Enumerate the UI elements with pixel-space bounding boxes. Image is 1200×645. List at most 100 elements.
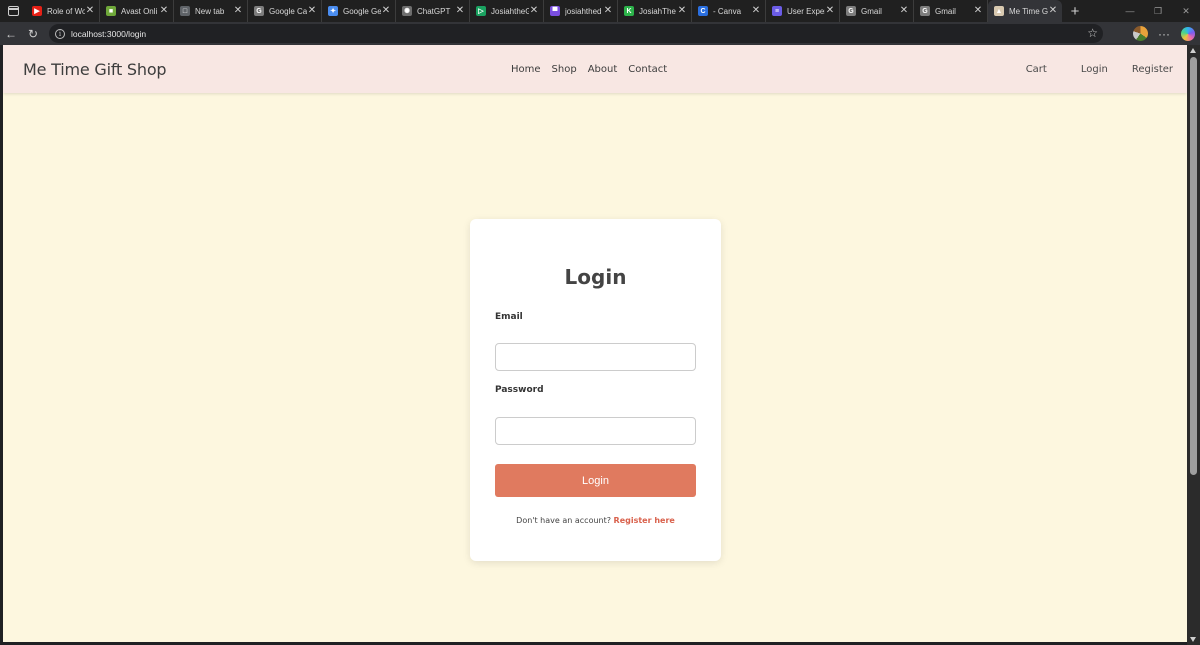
register-prompt-text: Don't have an account? [516,516,611,525]
favorite-star-icon[interactable]: ☆ [1087,26,1098,41]
password-label: Password [495,385,544,395]
nav-login[interactable]: Login [1081,64,1108,75]
nav-shop[interactable]: Shop [552,64,577,75]
tab-favicon-icon: C [698,6,708,16]
tab-favicon-icon: □ [180,6,190,16]
browser-tab[interactable]: K JosiahThe ✕ [618,0,692,22]
login-submit-button[interactable]: Login [495,464,696,497]
toolbar-actions: ··· [1128,22,1200,45]
site-brand[interactable]: Me Time Gift Shop [23,60,167,79]
browser-tab[interactable]: ▲ Me Time G ✕ [988,0,1062,22]
avatar [1132,26,1148,41]
tab-title: Avast Onli [121,6,158,16]
page-scrollbar[interactable] [1187,45,1200,645]
tab-title: User Exper [787,6,825,16]
scroll-up-arrow-icon[interactable] [1190,48,1196,53]
close-window-button[interactable]: ✕ [1172,0,1200,22]
site-header: Me Time Gift Shop Home Shop About Contac… [3,45,1187,93]
copilot-icon[interactable] [1176,22,1200,45]
nav-cart[interactable]: Cart [1026,64,1047,75]
address-bar[interactable]: i localhost:3000/login ☆ [49,24,1103,43]
new-tab-button[interactable]: + [1064,0,1086,22]
tab-favicon-icon: K [624,6,634,16]
tab-close-icon[interactable]: ✕ [825,6,835,16]
email-field[interactable] [495,343,696,371]
scrollbar-thumb[interactable] [1190,57,1197,475]
back-button[interactable]: ← [0,22,22,45]
tab-close-icon[interactable]: ✕ [899,6,909,16]
nav-home[interactable]: Home [511,64,541,75]
tab-favicon-icon: ▀ [550,6,560,16]
browser-tab[interactable]: G Gmail ✕ [914,0,988,22]
tab-close-icon[interactable]: ✕ [751,6,761,16]
tab-title: Gmail [935,6,956,16]
tab-title: josiahthed [565,6,602,16]
tab-favicon-icon: ✺ [402,6,412,16]
browser-tab-strip: ▶ Role of Wo ✕ ■ Avast Onli ✕ □ New tab ✕ G Google… [0,0,1200,22]
page-viewport: Me Time Gift Shop Home Shop About Contac… [3,45,1187,642]
browser-tab[interactable]: □ New tab ✕ [174,0,248,22]
tab-close-icon[interactable]: ✕ [529,6,539,16]
nav-contact[interactable]: Contact [628,64,667,75]
tab-favicon-icon: G [254,6,264,16]
tab-favicon-icon: ▶ [32,6,42,16]
tab-close-icon[interactable]: ✕ [973,6,983,16]
tab-favicon-icon: ▲ [994,6,1004,16]
profile-avatar[interactable] [1128,22,1152,45]
browser-tab[interactable]: ✺ ChatGPT ✕ [396,0,470,22]
browser-toolbar: ← ↻ i localhost:3000/login ☆ ··· [0,22,1200,45]
tab-actions-icon[interactable] [0,0,26,22]
browser-tab[interactable]: ≡ User Exper ✕ [766,0,840,22]
nav-register[interactable]: Register [1132,64,1173,75]
browser-tab[interactable]: ▀ josiahthed ✕ [544,0,618,22]
minimize-button[interactable]: — [1116,0,1144,22]
site-info-icon[interactable]: i [55,28,65,39]
browser-tab[interactable]: ▶ Role of Wo ✕ [26,0,100,22]
register-link[interactable]: Register here [614,516,675,525]
tab-favicon-icon: ■ [106,6,116,16]
restore-button[interactable]: ❐ [1144,0,1172,22]
browser-tab[interactable]: ▷ JosiahtheG ✕ [470,0,544,22]
tab-close-icon[interactable]: ✕ [307,6,317,16]
tab-title: New tab [195,6,225,16]
more-menu-icon[interactable]: ··· [1152,22,1176,45]
tab-title: Google Ca [269,6,307,16]
reload-button[interactable]: ↻ [22,22,44,45]
tab-close-icon[interactable]: ✕ [455,6,465,16]
window-controls: — ❐ ✕ [1116,0,1200,22]
tab-favicon-icon: ✦ [328,6,338,16]
tab-title: JosiahThe [639,6,676,16]
tab-close-icon[interactable]: ✕ [85,6,95,16]
tab-favicon-icon: G [920,6,930,16]
login-title: Login [564,265,627,289]
tab-title: Gmail [861,6,882,16]
browser-tab[interactable]: G Google Ca ✕ [248,0,322,22]
browser-tab[interactable]: ■ Avast Onli ✕ [100,0,174,22]
tab-close-icon[interactable]: ✕ [159,6,169,16]
main-nav: Home Shop About Contact [511,64,678,75]
tab-close-icon[interactable]: ✕ [603,6,613,16]
tab-title: JosiahtheG [491,6,529,16]
tab-close-icon[interactable]: ✕ [1048,6,1058,16]
tab-favicon-icon: ▷ [476,6,486,16]
address-url[interactable]: localhost:3000/login [71,29,146,39]
tab-close-icon[interactable]: ✕ [381,6,391,16]
scroll-down-arrow-icon[interactable] [1190,637,1196,642]
tab-favicon-icon: G [846,6,856,16]
browser-tab[interactable]: G Gmail ✕ [840,0,914,22]
tab-favicon-icon: ≡ [772,6,782,16]
tab-title: Me Time G [1009,6,1048,16]
tab-title: ChatGPT [417,6,451,16]
tab-title: Role of Wo [47,6,85,16]
browser-tab[interactable]: C - Canva ✕ [692,0,766,22]
tab-close-icon[interactable]: ✕ [677,6,687,16]
login-card: Login Email Password Login Don't have an… [470,219,721,561]
password-field[interactable] [495,417,696,445]
user-nav: Cart Login Register [1026,64,1187,75]
tab-title: Google Ge [343,6,381,16]
tab-close-icon[interactable]: ✕ [233,6,243,16]
browser-tab[interactable]: ✦ Google Ge ✕ [322,0,396,22]
nav-about[interactable]: About [588,64,618,75]
tab-list: ▶ Role of Wo ✕ ■ Avast Onli ✕ □ New tab ✕ G Google… [26,0,1062,22]
copilot-logo [1181,26,1195,41]
